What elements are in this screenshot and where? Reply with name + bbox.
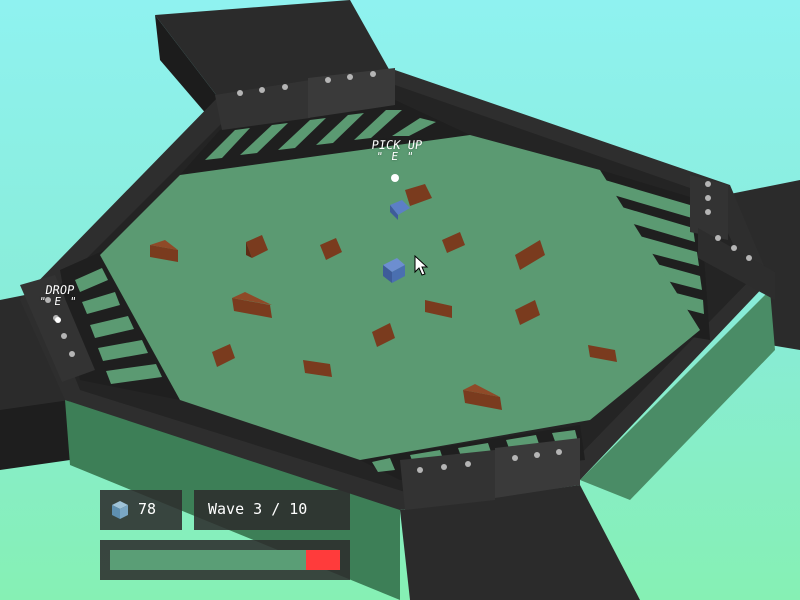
wave-counter: Wave 3 / 10 — [208, 500, 308, 518]
drop-marker — [55, 317, 61, 323]
coin-count: 78 — [138, 500, 157, 518]
drop-prompt: DROP " E " — [32, 283, 85, 308]
health-bar-fill — [305, 550, 340, 570]
coins-panel: 78 — [100, 490, 182, 530]
pickup-prompt: PICK UP " E " — [364, 138, 427, 163]
drop-prompt-key: " E " — [38, 295, 79, 308]
pickup-prompt-key: " E " — [375, 150, 416, 163]
wave-panel: Wave 3 / 10 — [194, 490, 350, 530]
health-bar-track — [110, 550, 340, 570]
health-panel — [100, 540, 350, 580]
blue-cube-icon — [112, 501, 128, 519]
